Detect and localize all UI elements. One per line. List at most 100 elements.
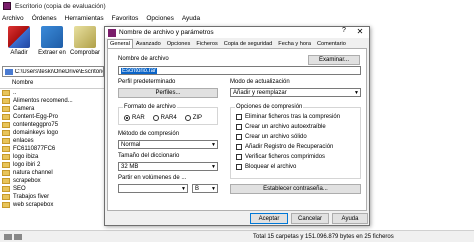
list-item[interactable]: Camera xyxy=(0,105,104,113)
split-size-input[interactable]: ▼ xyxy=(118,184,188,193)
add-archive-icon xyxy=(8,26,30,48)
help-button[interactable]: Ayuda xyxy=(332,213,368,224)
test-button-label: Comprobar xyxy=(70,50,101,56)
folder-icon xyxy=(2,138,10,144)
format-rar[interactable]: RAR xyxy=(124,115,145,121)
format-rar4[interactable]: RAR4 xyxy=(152,115,177,121)
browse-button[interactable]: Examinar... xyxy=(308,55,360,65)
default-profile-label: Perfil predeterminado xyxy=(118,79,176,85)
menu-favoritos[interactable]: Favoritos xyxy=(112,15,139,22)
folder-icon xyxy=(2,170,10,176)
list-item[interactable]: web scrapebox xyxy=(0,201,104,209)
folder-icon xyxy=(2,162,10,168)
list-item[interactable]: SEO xyxy=(0,185,104,193)
folder-icon xyxy=(2,122,10,128)
list-item[interactable]: Alimentos recomend... xyxy=(0,97,104,105)
app-title: Escritorio (copia de evaluación) xyxy=(15,2,106,10)
key-status-icon[interactable] xyxy=(14,233,22,240)
list-item[interactable]: contenteggpro75 xyxy=(0,121,104,129)
drive-status-icon[interactable] xyxy=(4,233,12,240)
address-bar[interactable]: C:\Users\teski\OneDrive\Escritorio xyxy=(2,66,104,77)
help-icon[interactable]: ? xyxy=(339,27,349,34)
split-volumes-label: Partir en volúmenes de ... xyxy=(118,175,187,181)
split-unit-select[interactable]: B ▼ xyxy=(192,184,218,193)
update-mode-select[interactable]: Añadir y reemplazar ▼ xyxy=(230,88,361,97)
tab-comentario[interactable]: Comentario xyxy=(314,39,349,48)
list-item[interactable]: scrapebox xyxy=(0,177,104,185)
radio-rar4[interactable] xyxy=(152,115,159,121)
list-item[interactable]: Trabajos fiver xyxy=(0,193,104,201)
extract-button[interactable]: Extraer en xyxy=(37,26,67,56)
list-item[interactable]: domainkeys logo xyxy=(0,129,104,137)
compression-method-select[interactable]: Normal ▼ xyxy=(118,140,218,149)
checkbox-solid[interactable] xyxy=(236,134,242,140)
format-zip[interactable]: ZIP xyxy=(184,115,202,121)
set-password-button[interactable]: Establecer contraseña... xyxy=(230,184,361,194)
list-item[interactable]: Content-Egg-Pro xyxy=(0,113,104,121)
file-list-header[interactable]: Nombre xyxy=(0,80,104,89)
folder-icon xyxy=(2,106,10,112)
folder-icon xyxy=(2,98,10,104)
extract-button-label: Extraer en xyxy=(38,50,66,56)
tab-copia-seguridad[interactable]: Copia de seguridad xyxy=(221,39,276,48)
menu-archivo[interactable]: Archivo xyxy=(2,15,24,22)
option-verify[interactable]: Verificar ficheros comprimidos xyxy=(236,154,325,160)
option-recovery-record[interactable]: Añadir Registro de Recuperación xyxy=(236,144,333,150)
tab-avanzado[interactable]: Avanzado xyxy=(133,39,164,48)
menu-ayuda[interactable]: Ayuda xyxy=(182,15,200,22)
folder-icon xyxy=(2,202,10,208)
folder-icon xyxy=(2,186,10,192)
winrar-logo-icon xyxy=(3,2,11,10)
checkbox-verify[interactable] xyxy=(236,154,242,160)
tab-ficheros[interactable]: Ficheros xyxy=(193,39,220,48)
folder-icon xyxy=(2,90,10,96)
archive-format-title: Formato de archivo xyxy=(123,104,177,110)
checkbox-recovery-record[interactable] xyxy=(236,144,242,150)
profiles-button[interactable]: Perfiles... xyxy=(118,88,218,98)
archive-name-label: Nombre de archivo xyxy=(118,56,169,62)
list-item[interactable]: logo ibiza xyxy=(0,153,104,161)
dialog-title: Nombre de archivo y parámetros xyxy=(119,29,214,36)
test-icon xyxy=(74,26,96,48)
option-sfx[interactable]: Crear un archivo autoextraíble xyxy=(236,124,326,130)
menu-herramientas[interactable]: Herramientas xyxy=(65,15,104,22)
checkbox-lock[interactable] xyxy=(236,164,242,170)
app-titlebar: Escritorio (copia de evaluación) xyxy=(0,0,474,12)
tab-fecha-hora[interactable]: Fecha y hora xyxy=(275,39,314,48)
compression-options-title: Opciones de compresión xyxy=(235,104,304,110)
test-button[interactable]: Comprobar xyxy=(70,26,100,56)
dictionary-size-label: Tamaño del diccionario xyxy=(118,153,180,159)
radio-rar[interactable] xyxy=(124,115,130,121)
status-text: Total 15 carpetas y 151.096.879 bytes en… xyxy=(253,233,394,240)
folder-icon xyxy=(2,114,10,120)
add-button[interactable]: Añadir xyxy=(4,26,34,56)
option-solid[interactable]: Crear un archivo sólido xyxy=(236,134,307,140)
list-item[interactable]: .. xyxy=(0,89,104,97)
chevron-down-icon: ▼ xyxy=(211,142,216,148)
chevron-down-icon: ▼ xyxy=(211,186,216,192)
tab-general[interactable]: General xyxy=(107,39,133,48)
list-item[interactable]: logo ibiri 2 xyxy=(0,161,104,169)
status-bar: Total 15 carpetas y 151.096.879 bytes en… xyxy=(0,230,474,242)
close-icon[interactable]: ✕ xyxy=(353,27,367,36)
chevron-down-icon: ▼ xyxy=(181,186,186,192)
list-item[interactable]: natura channel xyxy=(0,169,104,177)
cancel-button[interactable]: Cancelar xyxy=(291,213,329,224)
option-lock[interactable]: Bloquear el archivo xyxy=(236,164,296,170)
radio-zip[interactable] xyxy=(184,115,191,121)
dialog-titlebar[interactable]: Nombre de archivo y parámetros ? ✕ xyxy=(105,27,369,38)
archive-name-field[interactable]: Escritorio.rar xyxy=(118,66,361,75)
folder-icon xyxy=(2,178,10,184)
list-item[interactable]: enlaces xyxy=(0,137,104,145)
checkbox-sfx[interactable] xyxy=(236,124,242,130)
tab-opciones[interactable]: Opciones xyxy=(164,39,194,48)
ok-button[interactable]: Aceptar xyxy=(250,213,288,224)
folder-icon xyxy=(2,154,10,160)
checkbox-delete-files[interactable] xyxy=(236,114,242,120)
format-radios: RAR RAR4 ZIP xyxy=(124,115,210,121)
dictionary-size-select[interactable]: 32 MB ▼ xyxy=(118,162,218,171)
menu-ordenes[interactable]: Órdenes xyxy=(32,15,57,22)
option-delete-files[interactable]: Eliminar ficheros tras la compresión xyxy=(236,114,340,120)
list-item[interactable]: FC6110877FC6 xyxy=(0,145,104,153)
menu-opciones[interactable]: Opciones xyxy=(146,15,173,22)
